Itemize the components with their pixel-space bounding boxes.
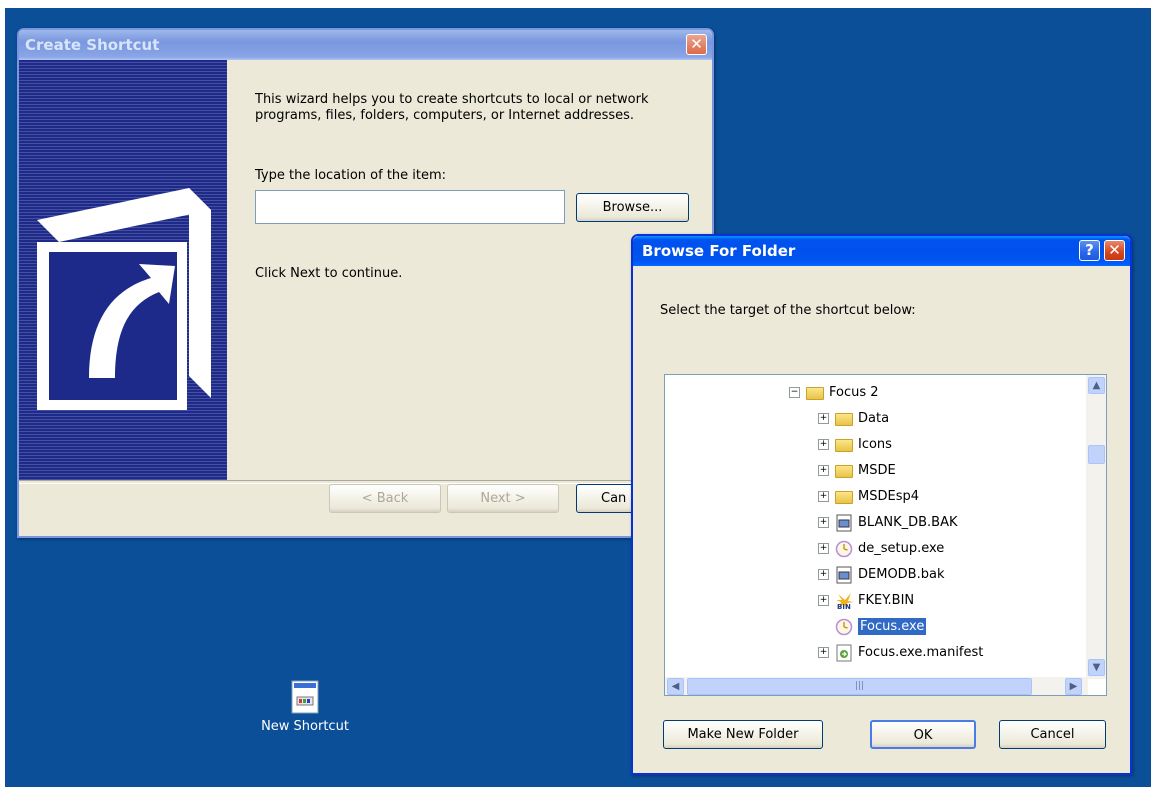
tree-item-label: Data bbox=[858, 410, 890, 426]
database-file-icon bbox=[835, 566, 853, 584]
clock-exe-icon bbox=[835, 540, 853, 558]
folder-icon bbox=[835, 462, 853, 478]
window-title: Create Shortcut bbox=[25, 36, 160, 54]
help-button[interactable]: ? bbox=[1079, 240, 1100, 261]
horizontal-scrollbar[interactable]: ◀ ||| ▶ bbox=[665, 677, 1088, 695]
close-icon: ✕ bbox=[690, 35, 703, 53]
tree-item[interactable]: + MSDEsp4 bbox=[818, 485, 919, 507]
tree-item[interactable]: − Focus 2 bbox=[789, 381, 879, 403]
expand-toggle-icon[interactable]: + bbox=[818, 412, 829, 424]
tree-item[interactable]: Focus.exe bbox=[818, 615, 927, 637]
expand-toggle-icon[interactable]: + bbox=[818, 594, 829, 606]
tree-item[interactable]: + DEMODB.bak bbox=[818, 563, 944, 585]
folder-icon bbox=[835, 410, 853, 426]
expand-toggle-icon[interactable]: − bbox=[789, 386, 800, 398]
tree-item-label: MSDE bbox=[858, 462, 896, 478]
vertical-scrollbar[interactable]: ▲ ▼ bbox=[1086, 375, 1106, 679]
svg-text:BIN: BIN bbox=[837, 603, 851, 610]
cancel-button[interactable]: Cancel bbox=[999, 720, 1106, 749]
database-file-icon bbox=[835, 514, 853, 532]
expand-toggle-icon[interactable]: + bbox=[818, 542, 829, 554]
chevron-left-icon: ◀ bbox=[671, 681, 680, 692]
desktop-shortcut-label: New Shortcut bbox=[261, 719, 349, 734]
horizontal-scroll-thumb[interactable]: ||| bbox=[687, 678, 1032, 695]
folder-icon bbox=[806, 384, 824, 400]
location-input[interactable] bbox=[255, 190, 565, 224]
close-icon: ✕ bbox=[1108, 241, 1121, 259]
expand-toggle-icon[interactable]: + bbox=[818, 438, 829, 450]
tree-item-label: Icons bbox=[858, 436, 892, 452]
window-title: Browse For Folder bbox=[642, 242, 796, 260]
tree-item-label: Focus 2 bbox=[829, 384, 879, 400]
ok-button[interactable]: OK bbox=[870, 720, 976, 749]
scroll-right-button[interactable]: ▶ bbox=[1065, 678, 1082, 695]
tree-item-label: Focus.exe.manifest bbox=[858, 644, 984, 660]
tree-item-label: DEMODB.bak bbox=[858, 566, 945, 582]
tree-item[interactable]: + Icons bbox=[818, 433, 892, 455]
expand-toggle-icon[interactable]: + bbox=[818, 490, 829, 502]
tree-item-label: BLANK_DB.BAK bbox=[858, 514, 958, 530]
expand-toggle-icon[interactable]: + bbox=[818, 516, 829, 528]
back-button[interactable]: < Back bbox=[329, 484, 441, 513]
chevron-up-icon: ▲ bbox=[1092, 380, 1101, 391]
continue-text: Click Next to continue. bbox=[255, 266, 403, 281]
tree-item[interactable]: + BIN FKEY.BIN bbox=[818, 589, 914, 611]
make-new-folder-button[interactable]: Make New Folder bbox=[663, 720, 823, 749]
location-label: Type the location of the item: bbox=[255, 168, 447, 183]
expand-toggle-icon[interactable]: + bbox=[818, 464, 829, 476]
tree-item-label: MSDEsp4 bbox=[858, 488, 919, 504]
expand-toggle-icon[interactable]: + bbox=[818, 568, 829, 580]
desktop-shortcut[interactable]: New Shortcut bbox=[245, 680, 365, 734]
help-icon: ? bbox=[1085, 241, 1094, 259]
tree-item[interactable]: + MSDE bbox=[818, 459, 896, 481]
wizard-intro: This wizard helps you to create shortcut… bbox=[255, 92, 649, 123]
browse-button[interactable]: Browse... bbox=[576, 193, 689, 222]
shortcut-arrow-icon bbox=[37, 188, 211, 410]
next-button[interactable]: Next > bbox=[447, 484, 559, 513]
scroll-down-button[interactable]: ▼ bbox=[1088, 659, 1105, 676]
tree-item[interactable]: + Data bbox=[818, 407, 889, 429]
chevron-right-icon: ▶ bbox=[1069, 681, 1078, 692]
chevron-down-icon: ▼ bbox=[1092, 662, 1101, 673]
create-shortcut-titlebar[interactable]: Create Shortcut ✕ bbox=[19, 30, 712, 60]
scroll-left-button[interactable]: ◀ bbox=[667, 678, 684, 695]
tree-item-label: FKEY.BIN bbox=[858, 592, 915, 608]
browse-prompt: Select the target of the shortcut below: bbox=[660, 303, 916, 318]
tree-item-label: de_setup.exe bbox=[858, 540, 945, 556]
folder-tree[interactable]: − Focus 2 + Data + Icons + MSDE + MSDEsp4 + BLANK_D… bbox=[664, 374, 1107, 696]
manifest-file-icon bbox=[835, 644, 853, 662]
close-button[interactable]: ✕ bbox=[1104, 240, 1125, 261]
folder-icon bbox=[835, 436, 853, 452]
scroll-up-button[interactable]: ▲ bbox=[1088, 377, 1105, 394]
vertical-scroll-thumb[interactable] bbox=[1088, 445, 1105, 464]
tree-item[interactable]: + BLANK_DB.BAK bbox=[818, 511, 958, 533]
desktop: Create Shortcut ✕ This wizard helps you … bbox=[5, 8, 1151, 787]
folder-icon bbox=[835, 488, 853, 504]
tree-item-label: Focus.exe bbox=[858, 617, 927, 635]
expand-toggle-icon[interactable]: + bbox=[818, 646, 829, 658]
tree-item[interactable]: + de_setup.exe bbox=[818, 537, 944, 559]
wizard-banner bbox=[19, 60, 227, 480]
browse-folder-titlebar[interactable]: Browse For Folder ? ✕ bbox=[633, 236, 1130, 266]
tree-item[interactable]: + Focus.exe.manifest bbox=[818, 641, 983, 663]
close-button[interactable]: ✕ bbox=[686, 34, 707, 55]
browse-folder-window: Browse For Folder ? ✕ Select the target … bbox=[631, 234, 1132, 775]
create-shortcut-window: Create Shortcut ✕ This wizard helps you … bbox=[17, 28, 714, 538]
shortcut-file-icon bbox=[291, 680, 319, 714]
clock-exe-icon bbox=[835, 618, 853, 636]
bin-file-icon: BIN bbox=[835, 592, 854, 611]
